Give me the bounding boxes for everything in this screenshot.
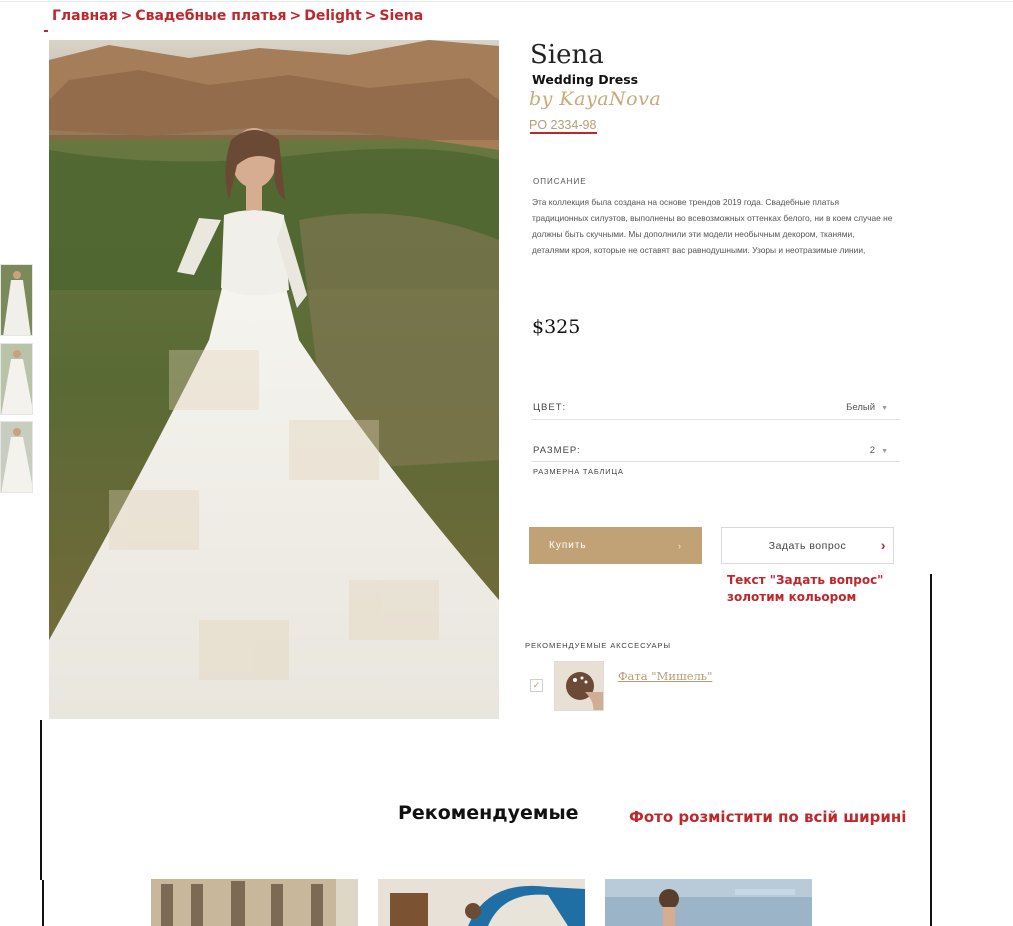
breadcrumb-collection[interactable]: Delight	[304, 8, 361, 24]
color-value: Белый	[846, 402, 876, 413]
breadcrumb-separator: >	[364, 8, 377, 24]
recommended-item-3[interactable]	[605, 879, 812, 926]
accessory-checkbox[interactable]: ✓	[530, 679, 543, 692]
breadcrumb-home[interactable]: Главная	[52, 8, 118, 24]
product-subtitle: Wedding Dress	[532, 72, 639, 87]
thumbnail-3[interactable]	[0, 421, 33, 493]
size-table-link[interactable]: РАЗМЕРНА ТАБЛИЦА	[533, 467, 624, 476]
frame-line-right	[930, 574, 932, 926]
ask-question-button[interactable]: Задать вопрос ›	[721, 527, 894, 564]
caret-down-icon: ▼	[881, 448, 888, 455]
color-divider	[531, 419, 900, 420]
breadcrumb-current: Siena	[379, 8, 424, 24]
breadcrumb-separator: >	[120, 8, 133, 24]
color-select[interactable]: Белый ▼	[800, 402, 888, 413]
main-product-photo[interactable]	[49, 40, 499, 719]
buy-button[interactable]: Купить ›	[529, 527, 702, 564]
brand-logo: by KayaNova	[529, 88, 662, 110]
recommended-heading: Рекомендуемые	[398, 802, 579, 824]
description-text: Эта коллекция была создана на основе тре…	[532, 197, 893, 255]
caret-down-icon: ▼	[881, 405, 888, 412]
frame-line-left-lower	[42, 880, 44, 926]
breadcrumb-separator: >	[289, 8, 302, 24]
breadcrumb: Главная > Свадебные платья > Delight > Siena	[52, 8, 423, 24]
accessories-heading: РЕКОМЕНДУЕМЫЕ АКССЕСУАРЫ	[525, 641, 672, 650]
size-label: РАЗМЕР:	[533, 445, 581, 456]
product-title: Siena	[530, 40, 604, 70]
sku-underline-marker	[530, 132, 597, 134]
color-label: ЦВЕТ:	[533, 402, 567, 413]
size-divider	[531, 461, 900, 462]
accessory-link[interactable]: Фата "Мишель"	[618, 669, 712, 683]
description-heading: ОПИСАНИЕ	[533, 177, 587, 186]
product-sku: PO 2334-98	[529, 118, 597, 132]
annotation-ask-button: Текст "Задать вопрос" золотим кольором	[727, 573, 884, 604]
frame-line-left	[40, 720, 42, 880]
accessory-thumbnail[interactable]	[554, 661, 604, 711]
check-icon: ✓	[532, 680, 541, 690]
top-divider	[0, 1, 1013, 2]
recommended-item-2[interactable]	[378, 879, 585, 926]
annotation-recommended: Фото розмістити по всій ширині	[629, 808, 907, 826]
thumbnail-2[interactable]	[0, 343, 33, 415]
chevron-right-icon: ›	[880, 537, 886, 553]
recommended-item-1[interactable]	[151, 879, 358, 926]
chevron-right-icon: ›	[678, 540, 682, 551]
size-value: 2	[869, 445, 876, 456]
product-price: $325	[532, 316, 581, 338]
buy-button-label: Купить	[549, 540, 587, 551]
ask-question-label: Задать вопрос	[768, 539, 847, 552]
thumbnail-1[interactable]	[0, 264, 33, 336]
breadcrumb-marker	[44, 30, 48, 32]
size-select[interactable]: 2 ▼	[800, 445, 888, 456]
breadcrumb-wedding-dresses[interactable]: Свадебные платья	[135, 8, 286, 24]
